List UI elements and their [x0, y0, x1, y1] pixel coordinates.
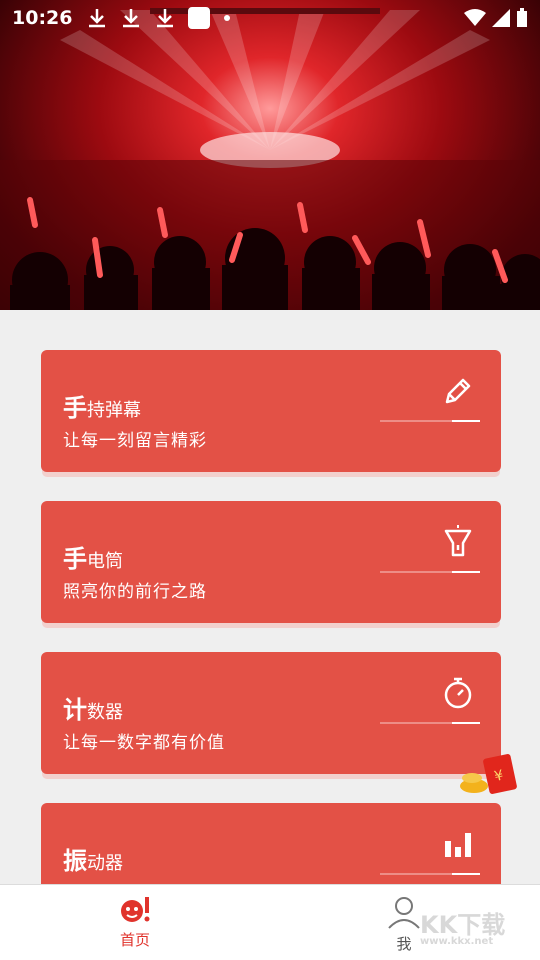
nav-home[interactable]: 首页 — [95, 895, 175, 950]
card-handheld-danmaku[interactable]: 手持弹幕 让每一刻留言精彩 — [41, 350, 501, 472]
battery-icon — [517, 8, 527, 27]
card-subtitle: 让每一刻留言精彩 — [63, 431, 207, 451]
status-time: 10:26 — [12, 7, 73, 29]
card-title: 手电筒 — [63, 545, 123, 573]
nav-home-label: 首页 — [119, 931, 150, 949]
card-title: 振动器 — [63, 847, 123, 875]
nav-me-label: 我 — [396, 935, 412, 953]
bottom-nav: 首页 我 KK下载 www.kkx.net — [0, 884, 540, 960]
flashlight-icon — [444, 525, 472, 557]
bar-chart-icon — [445, 833, 471, 857]
download-icon — [89, 9, 106, 28]
notification-app-icon — [188, 7, 211, 29]
card-title: 手持弹幕 — [63, 394, 141, 422]
home-cheer-icon — [121, 897, 150, 922]
card-title: 计数器 — [63, 696, 123, 724]
stopwatch-icon — [444, 677, 472, 709]
user-icon — [388, 897, 420, 929]
watermark: KK下载 www.kkx.net — [420, 911, 506, 947]
download-icon — [123, 9, 140, 28]
red-packet-icon[interactable]: ¥ — [456, 752, 522, 796]
pencil-icon — [445, 378, 471, 404]
card-counter[interactable]: 计数器 让每一数字都有价值 — [41, 652, 501, 774]
card-subtitle: 让每一数字都有价值 — [63, 733, 225, 753]
notification-dot-icon — [224, 15, 231, 21]
download-icon — [157, 9, 174, 28]
card-decor-line — [380, 873, 480, 875]
card-subtitle: 照亮你的前行之路 — [63, 582, 207, 602]
card-decor-line — [380, 722, 480, 724]
hero-concert-image — [0, 0, 540, 310]
card-decor-line — [380, 420, 480, 422]
card-flashlight[interactable]: 手电筒 照亮你的前行之路 — [41, 501, 501, 623]
status-bar: 10:26 — [0, 0, 540, 36]
wifi-icon — [464, 9, 486, 26]
signal-icon — [492, 9, 510, 27]
card-decor-line — [380, 571, 480, 573]
